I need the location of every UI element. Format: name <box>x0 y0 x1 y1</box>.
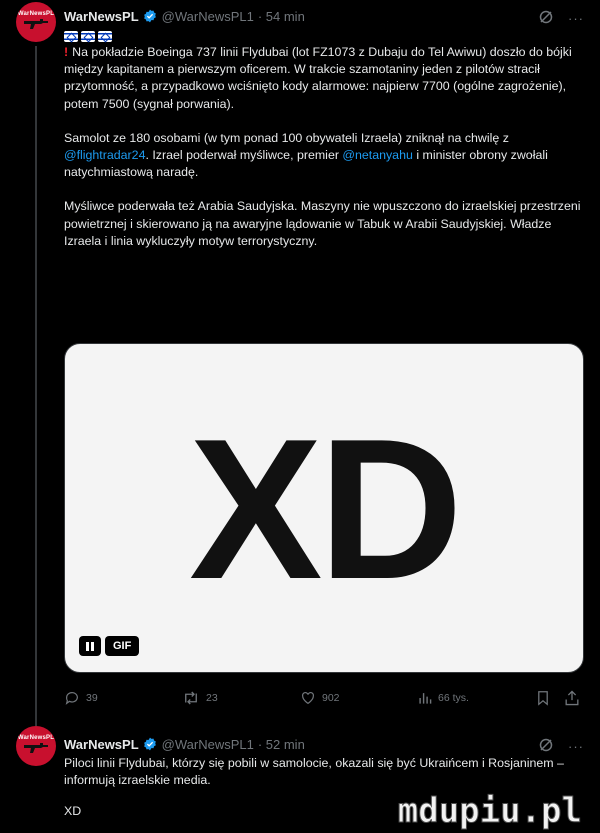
avatar[interactable]: WarNewsPL <box>16 726 56 766</box>
repost-icon <box>185 691 197 705</box>
rifle-icon <box>24 19 48 29</box>
more-icon[interactable]: ··· <box>568 11 584 26</box>
grok-icon[interactable] <box>538 737 554 756</box>
watermark: mdupiu.pl <box>397 791 582 832</box>
bookmark-button[interactable] <box>536 690 550 706</box>
israel-flag-icon <box>64 30 78 42</box>
display-name[interactable]: WarNewsPL <box>64 737 139 752</box>
exclamation-icon: ! <box>64 45 69 59</box>
tweet-actions: 39 23 902 66 tys. <box>64 690 586 710</box>
paragraph-1-text: Piloci linii Flydubai, którzy się pobili… <box>64 756 564 788</box>
tweet-header-icons: ··· <box>538 737 584 756</box>
tweet-header: WarNewsPL @WarNewsPL1 · 54 min <box>64 6 305 26</box>
reply-button[interactable]: 39 <box>64 690 98 706</box>
verified-badge-icon <box>143 737 157 751</box>
reply-icon <box>65 692 78 705</box>
avatar[interactable]: WarNewsPL <box>16 2 56 42</box>
tweet-body: ! Na pokładzie Boeinga 737 linii Flydubai… <box>64 29 584 267</box>
like-count: 902 <box>322 692 340 704</box>
timestamp[interactable]: · 54 min <box>258 9 305 24</box>
media-controls: GIF <box>79 636 140 656</box>
paragraph-3: Myśliwce poderwała też Arabia Saudyjska.… <box>64 198 584 250</box>
like-button[interactable]: 902 <box>300 690 340 706</box>
paragraph-2-text-a: Samolot ze 180 osobami (w tym ponad 100 … <box>64 130 509 145</box>
handle[interactable]: @WarNewsPL1 <box>162 9 254 24</box>
views-icon <box>419 693 432 704</box>
more-icon[interactable]: ··· <box>568 739 584 754</box>
share-icon <box>565 690 579 706</box>
repost-count: 23 <box>206 692 218 704</box>
tweet-1[interactable]: WarNewsPL WarNewsPL @WarNewsPL1 · 54 min… <box>0 0 600 726</box>
paragraph-2-text: XD <box>64 804 82 819</box>
paragraph-3-text: Myśliwce poderwała też Arabia Saudyjska.… <box>64 199 581 248</box>
paragraph-1: Piloci linii Flydubai, którzy się pobili… <box>64 755 584 789</box>
gif-caption: XD <box>189 398 463 621</box>
paragraph-1-text: Na pokładzie Boeinga 737 linii Flydubai … <box>64 45 572 111</box>
israel-flag-icon <box>81 30 95 42</box>
israel-flag-icon <box>98 30 112 42</box>
views-count: 66 tys. <box>438 692 469 704</box>
repost-button[interactable]: 23 <box>182 690 218 706</box>
display-name[interactable]: WarNewsPL <box>64 9 139 24</box>
flag-row <box>64 29 584 43</box>
paragraph-2-text-b: . Izrael poderwał myśliwce, premier <box>145 148 343 163</box>
paragraph-2: Samolot ze 180 osobami (w tym ponad 100 … <box>64 130 584 182</box>
gif-media[interactable]: XD GIF <box>64 343 584 673</box>
avatar-label: WarNewsPL <box>17 735 55 741</box>
gif-badge: GIF <box>105 636 140 656</box>
verified-badge-icon <box>143 9 157 23</box>
grok-icon[interactable] <box>538 9 554 28</box>
mention-flightradar24[interactable]: @flightradar24 <box>64 148 145 162</box>
avatar-label: WarNewsPL <box>17 11 55 17</box>
pause-icon[interactable] <box>79 636 101 656</box>
tweet-header-icons: ··· <box>538 9 584 28</box>
thread-line <box>35 46 37 726</box>
paragraph-1: ! Na pokładzie Boeinga 737 linii Flydubai… <box>64 44 584 113</box>
rifle-icon <box>24 743 48 753</box>
mention-netanyahu[interactable]: @netanyahu <box>342 148 412 162</box>
share-button[interactable] <box>564 690 580 706</box>
handle[interactable]: @WarNewsPL1 <box>162 737 254 752</box>
views-button[interactable]: 66 tys. <box>418 690 469 706</box>
bookmark-icon <box>538 691 548 706</box>
like-icon <box>302 691 314 705</box>
tweet-header: WarNewsPL @WarNewsPL1 · 52 min <box>64 734 305 754</box>
timestamp[interactable]: · 52 min <box>258 737 305 752</box>
reply-count: 39 <box>86 692 98 704</box>
